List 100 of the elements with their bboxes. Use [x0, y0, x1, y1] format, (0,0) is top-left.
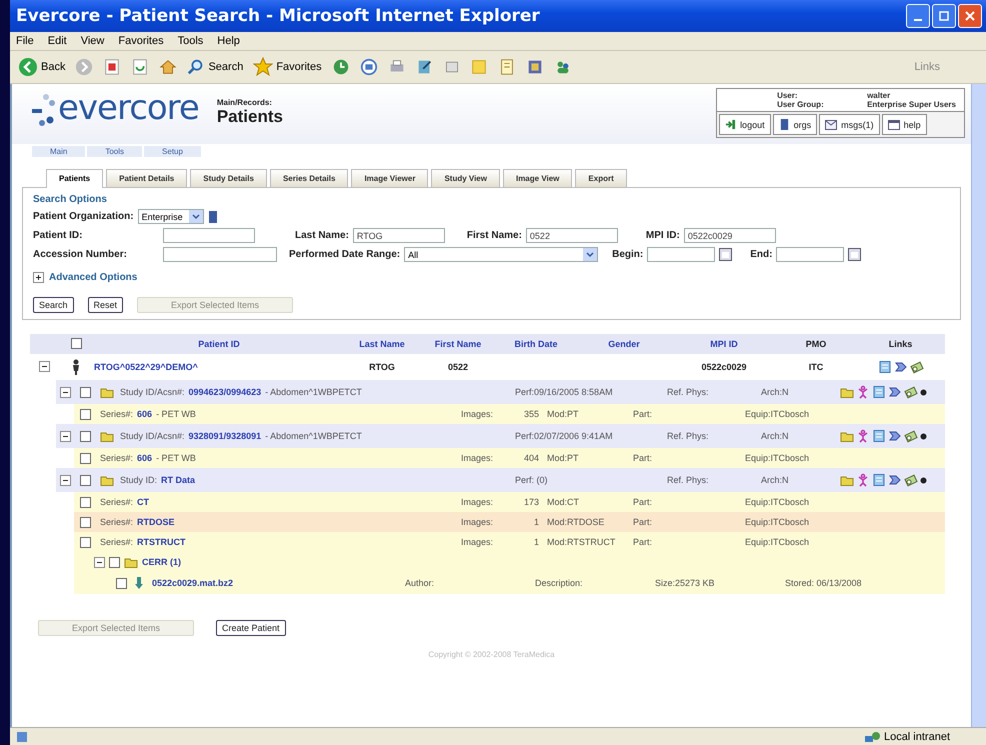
- field-label: Patient Organization:: [33, 211, 134, 222]
- checkbox[interactable]: [116, 578, 127, 588]
- column-header[interactable]: Gender: [576, 339, 672, 349]
- toolbar-button[interactable]: Favorites: [251, 55, 324, 79]
- tab[interactable]: Study View: [431, 169, 500, 187]
- tab[interactable]: Series Details: [270, 169, 348, 187]
- toolbar-button[interactable]: Back: [16, 55, 68, 79]
- collapse-icon[interactable]: [60, 430, 71, 442]
- nav-item[interactable]: Tools: [87, 146, 142, 157]
- tab[interactable]: Study Details: [190, 169, 267, 187]
- column-header[interactable]: Patient ID: [94, 339, 344, 349]
- dot-icon[interactable]: [920, 388, 926, 396]
- tab[interactable]: Patient Details: [106, 169, 188, 187]
- header-button[interactable]: msgs(1): [819, 114, 880, 135]
- checkbox[interactable]: [80, 452, 91, 464]
- series-id-link[interactable]: 606: [137, 453, 152, 463]
- column-header[interactable]: First Name: [420, 339, 496, 349]
- study-id-link[interactable]: RT Data: [161, 475, 196, 485]
- checkbox[interactable]: [70, 338, 82, 348]
- header-button[interactable]: help: [882, 114, 927, 135]
- menu-item[interactable]: Edit: [48, 35, 67, 47]
- checkbox[interactable]: [80, 386, 91, 398]
- nav-item[interactable]: Main: [32, 146, 86, 157]
- checkbox[interactable]: [80, 408, 91, 420]
- checkbox[interactable]: [80, 516, 91, 528]
- collapse-icon[interactable]: [38, 360, 50, 372]
- maximize-button[interactable]: [932, 4, 956, 28]
- collapse-icon[interactable]: [60, 386, 71, 398]
- study-id-link[interactable]: 9328091/9328091: [188, 431, 262, 441]
- advanced-options-link[interactable]: Advanced Options: [49, 272, 138, 283]
- menu-item[interactable]: Favorites: [118, 35, 164, 47]
- series-id-link[interactable]: CT: [137, 497, 150, 507]
- collapse-icon[interactable]: [94, 556, 105, 568]
- column-header[interactable]: PMO: [776, 339, 856, 349]
- export-icon[interactable]: [888, 473, 902, 487]
- column-header[interactable]: Links: [856, 339, 945, 349]
- scrollbar[interactable]: [971, 84, 986, 727]
- checkbox[interactable]: [80, 496, 91, 508]
- export-icon[interactable]: [888, 429, 902, 443]
- column-header[interactable]: Birth Date: [496, 339, 576, 349]
- header-button[interactable]: orgs: [772, 114, 818, 135]
- tab[interactable]: Patients: [46, 169, 104, 188]
- dot-icon[interactable]: [920, 476, 926, 484]
- text-field[interactable]: RTOG: [352, 228, 445, 243]
- file-link[interactable]: 0522c0029.mat.bz2: [152, 578, 405, 588]
- figure-icon[interactable]: [856, 473, 870, 487]
- search-button[interactable]: Reset: [88, 297, 124, 313]
- figure-icon[interactable]: [856, 385, 870, 399]
- document-icon[interactable]: [878, 360, 892, 374]
- series-id-link[interactable]: RTDOSE: [137, 517, 175, 527]
- nav-item[interactable]: Setup: [144, 146, 201, 157]
- series-id-link[interactable]: RTSTRUCT: [137, 537, 186, 547]
- figure-icon[interactable]: [856, 429, 870, 443]
- text-field[interactable]: [163, 228, 255, 243]
- text-field[interactable]: 0522c0029: [684, 228, 776, 243]
- document-icon[interactable]: [872, 473, 886, 487]
- close-button[interactable]: [958, 4, 982, 28]
- export-icon[interactable]: [894, 360, 908, 374]
- search-button[interactable]: Search: [33, 297, 74, 313]
- date-field[interactable]: [647, 247, 716, 262]
- calendar-icon[interactable]: [848, 248, 862, 261]
- study-id-link[interactable]: 0994623/0994623: [188, 387, 262, 397]
- checkbox[interactable]: [80, 474, 91, 486]
- checkbox[interactable]: [80, 536, 91, 548]
- film-icon[interactable]: [910, 360, 924, 374]
- film-icon[interactable]: [904, 429, 918, 443]
- expand-icon[interactable]: [33, 272, 44, 283]
- document-icon[interactable]: [872, 385, 886, 399]
- patient-id-link[interactable]: RTOG^0522^29^DEMO^: [94, 362, 344, 372]
- menu-item[interactable]: Tools: [178, 35, 204, 47]
- organization-select[interactable]: Enterprise: [138, 209, 204, 224]
- film-icon[interactable]: [904, 385, 918, 399]
- tab[interactable]: Export: [575, 169, 627, 187]
- series-id-link[interactable]: 606: [137, 409, 152, 419]
- toolbar-button[interactable]: Search: [185, 56, 246, 78]
- folder-link[interactable]: CERR (1): [142, 557, 182, 567]
- menu-item[interactable]: View: [80, 35, 104, 47]
- tab[interactable]: Image Viewer: [351, 169, 428, 187]
- column-header[interactable]: Last Name: [344, 339, 420, 349]
- footer-button[interactable]: Create Patient: [216, 620, 286, 636]
- menu-item[interactable]: Help: [217, 35, 240, 47]
- checkbox[interactable]: [109, 556, 120, 568]
- checkbox[interactable]: [80, 430, 91, 442]
- date-field[interactable]: [776, 247, 844, 262]
- document-icon[interactable]: [872, 429, 886, 443]
- text-field[interactable]: 0522: [526, 228, 618, 243]
- calendar-icon[interactable]: [719, 248, 732, 261]
- menu-item[interactable]: File: [16, 35, 34, 47]
- column-header[interactable]: MPI ID: [672, 339, 776, 349]
- text-field[interactable]: [163, 247, 277, 262]
- export-icon[interactable]: [888, 385, 902, 399]
- study-label: Study ID:: [120, 475, 158, 485]
- tab[interactable]: Image View: [502, 169, 572, 187]
- dot-icon[interactable]: [920, 432, 926, 440]
- date-range-select[interactable]: All: [404, 247, 598, 262]
- ref-phys-text: Ref. Phys:: [667, 475, 710, 485]
- collapse-icon[interactable]: [60, 474, 71, 486]
- film-icon[interactable]: [904, 473, 918, 487]
- minimize-button[interactable]: [906, 4, 930, 28]
- header-button[interactable]: logout: [719, 114, 771, 135]
